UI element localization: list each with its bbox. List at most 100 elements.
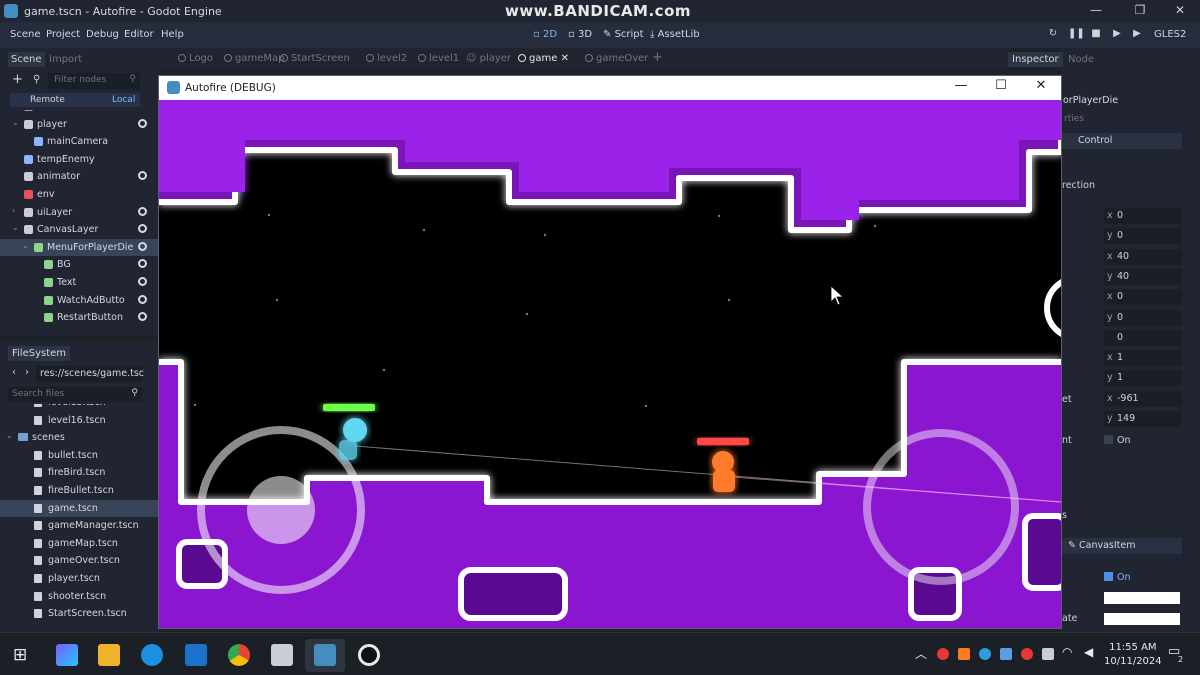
checkbox-on-1[interactable]: On — [1104, 435, 1131, 446]
game-minimize-button[interactable]: — — [943, 78, 979, 93]
section-canvasitem[interactable]: ✎ CanvasItem — [1062, 538, 1182, 554]
pause-icon[interactable]: ❚❚ — [1068, 27, 1085, 41]
color-swatch-modulate[interactable] — [1104, 592, 1180, 604]
tab-game[interactable]: game ✕ — [518, 53, 569, 64]
scene-node[interactable]: ⌄ player — [0, 116, 160, 133]
tray-app-icon[interactable] — [958, 648, 970, 660]
minimize-button[interactable]: — — [1076, 0, 1116, 22]
checkbox-on-2[interactable]: On — [1104, 572, 1131, 583]
visibility-eye-icon[interactable] — [138, 294, 147, 304]
expand-arrow-icon[interactable]: ⌄ — [12, 118, 19, 127]
menu-project[interactable]: Project — [46, 29, 80, 40]
file-item[interactable]: StartScreen.tscn — [0, 605, 160, 622]
search-files-input[interactable]: Search files ⚲ — [8, 387, 142, 402]
scene-node[interactable]: level3em — [0, 110, 160, 115]
tab-node[interactable]: Node — [1064, 52, 1098, 67]
tab-logo[interactable]: Logo — [178, 53, 213, 64]
property-field[interactable]: x0 — [1104, 208, 1182, 224]
file-item[interactable]: shooter.tscn — [0, 588, 160, 605]
chevron-up-icon[interactable]: ︿ — [915, 645, 927, 662]
scene-node[interactable]: ⌄ CanvasLayer — [0, 221, 160, 238]
menu-scene[interactable]: Scene — [10, 29, 41, 40]
property-field[interactable]: y 40 — [1104, 268, 1182, 285]
property-field[interactable]: 0 — [1104, 329, 1182, 346]
node-name-label[interactable]: orPlayerDie — [1063, 95, 1118, 106]
expand-arrow-icon[interactable]: › — [12, 206, 15, 215]
scene-node[interactable]: › uiLayer — [0, 204, 160, 221]
tray-app-icon-2[interactable] — [979, 648, 991, 660]
visibility-eye-icon[interactable] — [138, 206, 147, 216]
file-item[interactable]: gameManager.tscn — [0, 517, 160, 534]
scene-node[interactable]: tempEnemy — [0, 151, 160, 168]
color-swatch-self-modulate[interactable] — [1104, 613, 1180, 625]
tab-level2[interactable]: level2 — [366, 53, 407, 64]
property-field[interactable]: x1 — [1104, 350, 1182, 367]
tab-player[interactable]: ☺ player — [466, 53, 511, 64]
tab-startscreen[interactable]: StartScreen — [280, 53, 350, 64]
file-item[interactable]: level15.tscn — [0, 404, 160, 411]
expand-arrow-icon[interactable]: ⌄ — [12, 223, 19, 232]
folder-item[interactable]: ⌄ scenes — [0, 429, 160, 446]
tab-filesystem[interactable]: FileSystem — [8, 346, 71, 361]
local-toggle[interactable]: Local — [112, 95, 135, 105]
play-custom-icon[interactable]: ▶ — [1130, 27, 1144, 41]
file-item[interactable]: player.tscn — [0, 570, 160, 587]
workspace-assetlib[interactable]: ⤓ AssetLib — [650, 29, 700, 40]
edge-icon[interactable] — [141, 644, 163, 666]
scene-node[interactable]: RestartButton — [0, 309, 160, 326]
back-icon[interactable]: ‹ — [12, 367, 16, 378]
copilot-icon[interactable] — [56, 644, 78, 666]
tab-scene[interactable]: Scene — [8, 52, 45, 67]
scene-node[interactable]: mainCamera — [0, 133, 160, 150]
reload-icon[interactable]: ↻ — [1046, 27, 1060, 41]
scene-node[interactable]: WatchAdButto — [0, 292, 160, 309]
play-scene-icon[interactable]: ▶ — [1110, 27, 1124, 41]
scene-node[interactable]: animator — [0, 168, 160, 185]
file-item[interactable]: game.tscn — [0, 499, 160, 517]
visibility-eye-icon[interactable] — [138, 277, 147, 286]
visibility-eye-icon[interactable] — [138, 118, 147, 128]
visibility-eye-icon[interactable] — [138, 312, 147, 322]
add-tab-icon[interactable]: + — [652, 50, 663, 65]
expand-arrow-icon[interactable]: ⌄ — [6, 431, 13, 440]
game-viewport[interactable] — [159, 100, 1061, 628]
scene-node[interactable]: BG — [0, 256, 160, 273]
tray-app-icon-3[interactable] — [1000, 648, 1012, 660]
renderer-label[interactable]: GLES2 — [1154, 29, 1186, 40]
bandicam-record-icon[interactable] — [358, 644, 380, 666]
file-item[interactable]: gameOver.tscn — [0, 552, 160, 569]
property-field[interactable]: x -961 — [1104, 390, 1182, 407]
windows-start-icon[interactable]: ⊞ — [13, 645, 27, 665]
property-field[interactable]: y0 — [1104, 228, 1182, 245]
close-button[interactable]: ✕ — [1160, 0, 1200, 22]
tab-close-icon[interactable]: ✕ — [561, 53, 569, 64]
app-icon[interactable] — [271, 644, 293, 666]
maximize-button[interactable]: ❐ — [1120, 0, 1160, 22]
filter-properties[interactable]: rties — [1064, 114, 1084, 124]
game-maximize-button[interactable]: ☐ — [983, 78, 1019, 93]
tab-import[interactable]: Import — [46, 52, 85, 67]
property-field[interactable]: y 149 — [1104, 411, 1182, 427]
tab-gamemap[interactable]: gameMap — [224, 53, 284, 64]
godot-taskbar-icon[interactable] — [314, 644, 336, 666]
file-item[interactable]: fireBullet.tscn — [0, 482, 160, 499]
class-control[interactable]: Control — [1062, 133, 1182, 149]
workspace-script[interactable]: ✎ Script — [603, 29, 644, 40]
wifi-icon[interactable]: ◠ — [1062, 645, 1072, 659]
property-field[interactable]: x0 — [1104, 289, 1182, 306]
tray-app-icon-4[interactable] — [1021, 648, 1033, 660]
link-icon[interactable]: ⚲ — [33, 74, 40, 85]
chrome-icon[interactable] — [228, 644, 250, 666]
game-close-button[interactable]: ✕ — [1023, 78, 1059, 93]
file-item[interactable]: bullet.tscn — [0, 447, 160, 464]
property-field[interactable]: y0 — [1104, 309, 1182, 326]
file-item[interactable]: level16.tscn — [0, 412, 160, 429]
property-field[interactable]: y1 — [1104, 370, 1182, 387]
workspace-3d[interactable]: ▫ 3D — [568, 29, 592, 40]
workspace-2d[interactable]: ▫ 2D — [533, 29, 557, 40]
visibility-eye-icon[interactable] — [138, 171, 147, 181]
menu-debug[interactable]: Debug — [86, 29, 119, 40]
scene-node[interactable]: ⌄ MenuForPlayerDie — [0, 238, 160, 256]
forward-icon[interactable]: › — [25, 367, 29, 378]
visibility-eye-icon[interactable] — [138, 241, 147, 251]
